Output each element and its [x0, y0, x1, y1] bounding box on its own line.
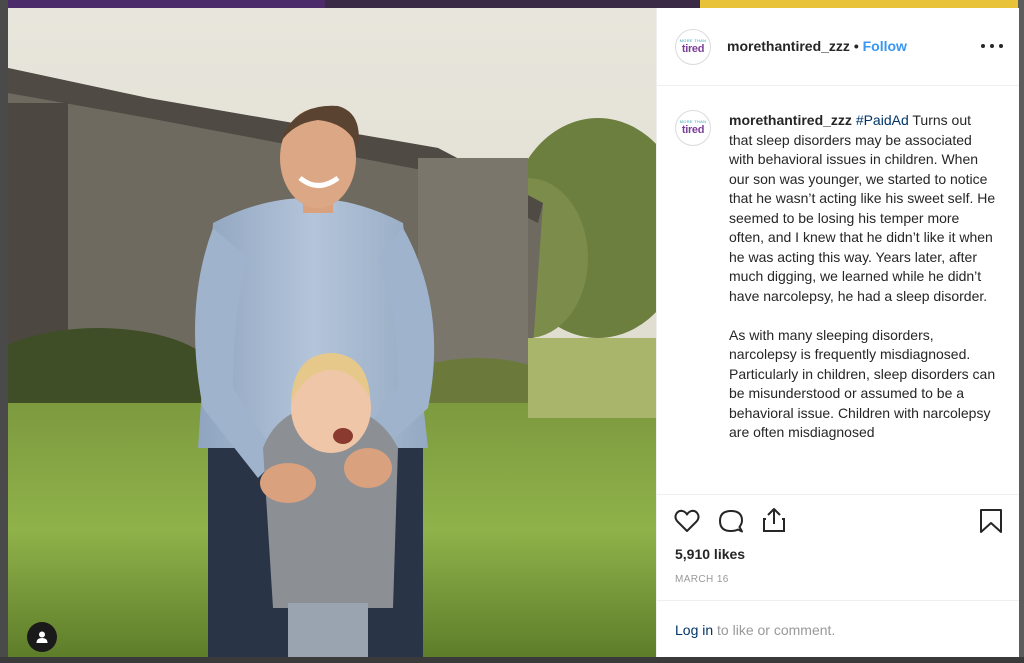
bookmark-icon[interactable] [977, 507, 1005, 535]
caption-paragraph-2: As with many sleeping disorders, narcole… [729, 326, 996, 441]
follow-button[interactable]: Follow [863, 38, 907, 54]
separator-dot: • [853, 38, 859, 54]
more-options-icon[interactable] [981, 36, 1003, 56]
heart-icon[interactable] [673, 507, 701, 535]
post-photo[interactable] [8, 8, 656, 657]
hashtag-link[interactable]: #PaidAd [856, 112, 909, 128]
avatar-brand-top: MORE THAN [679, 38, 707, 43]
username-link[interactable]: morethantired_zzz [727, 38, 850, 54]
login-prompt: Log in to like or comment. [657, 600, 1019, 659]
user-tag-icon[interactable] [27, 622, 57, 652]
post-caption: morethantired_zzz #PaidAd Turns out that… [729, 111, 997, 462]
caption-scroll-area[interactable]: MORE THAN tired morethantired_zzz #PaidA… [657, 86, 1019, 494]
caption-avatar-brand: tired [681, 124, 705, 136]
caption-paragraph-1: Turns out that sleep disorders may be as… [729, 112, 996, 304]
post-actions: 5,910 likes MARCH 16 Log in to like or c… [657, 494, 1019, 658]
backdrop-left [0, 0, 8, 663]
backdrop-top-strip [0, 0, 1024, 8]
comment-icon[interactable] [717, 507, 745, 535]
login-prompt-text: to like or comment. [713, 622, 836, 638]
share-icon[interactable] [760, 506, 788, 534]
caption-username-link[interactable]: morethantired_zzz [729, 112, 852, 128]
login-link[interactable]: Log in [675, 622, 713, 638]
caption-avatar-brand-top: MORE THAN [679, 119, 707, 124]
likes-count[interactable]: 5,910 likes [675, 546, 745, 562]
avatar-brand: tired [681, 43, 705, 55]
post-side-panel: MORE THAN tired morethantired_zzz • Foll… [656, 8, 1019, 657]
post-header: MORE THAN tired morethantired_zzz • Foll… [657, 8, 1019, 86]
caption-avatar[interactable]: MORE THAN tired [675, 110, 711, 146]
post-date[interactable]: MARCH 16 [675, 574, 729, 585]
photo-illustration [8, 8, 656, 657]
profile-avatar[interactable]: MORE THAN tired [675, 29, 711, 65]
